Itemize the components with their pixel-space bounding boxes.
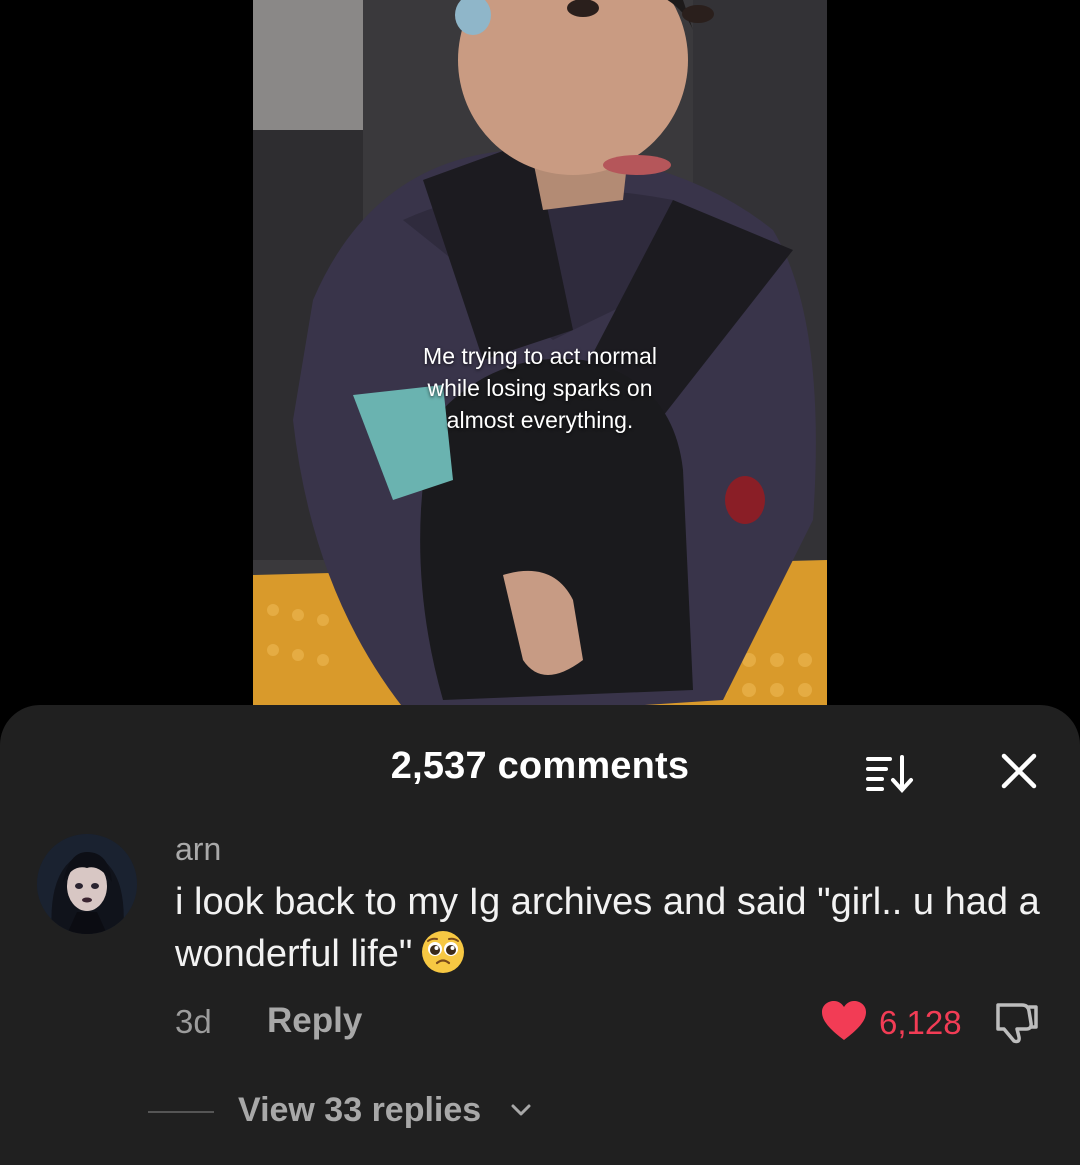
like-count: 6,128 [879, 1004, 962, 1041]
view-replies-button[interactable]: View 33 replies [148, 1091, 568, 1131]
video-player[interactable]: Me trying to act normal while losing spa… [0, 0, 1080, 720]
comment-timestamp: 3d [175, 1003, 212, 1040]
caption-line: while losing sparks on [427, 375, 653, 401]
comment-text: i look back to my Ig archives and said "… [175, 881, 1040, 975]
comment-item: arn i look back to my Ig archives and sa… [0, 829, 1080, 1129]
video-caption: Me trying to act normal while losing spa… [253, 340, 827, 436]
comment-username[interactable]: arn [175, 831, 221, 868]
close-button[interactable] [990, 747, 1050, 797]
comment-body: i look back to my Ig archives and said "… [175, 876, 1055, 980]
replies-divider [148, 1111, 214, 1113]
thumbs-down-icon [996, 1003, 1038, 1044]
close-icon [1001, 753, 1037, 789]
dislike-button[interactable] [990, 999, 1042, 1045]
pleading-face-emoji-icon [420, 929, 466, 975]
avatar[interactable] [37, 834, 137, 934]
caption-line: Me trying to act normal [423, 343, 657, 369]
caption-line: almost everything. [446, 407, 634, 433]
comment-actions: 3d Reply 6,128 [175, 999, 1045, 1045]
comments-sheet: 2,537 comments arn i look back to my Ig … [0, 705, 1080, 1165]
video-frame[interactable]: Me trying to act normal while losing spa… [253, 0, 827, 720]
view-replies-label: View 33 replies [238, 1091, 482, 1129]
comments-header: 2,537 comments [0, 705, 1080, 829]
user-avatar-image [37, 834, 137, 934]
reply-button[interactable]: Reply [267, 1001, 362, 1041]
chevron-down-icon [511, 1104, 531, 1116]
sort-button[interactable] [858, 747, 920, 797]
like-button[interactable] [820, 999, 868, 1043]
heart-icon [822, 1001, 866, 1040]
sort-descending-icon [866, 755, 913, 793]
